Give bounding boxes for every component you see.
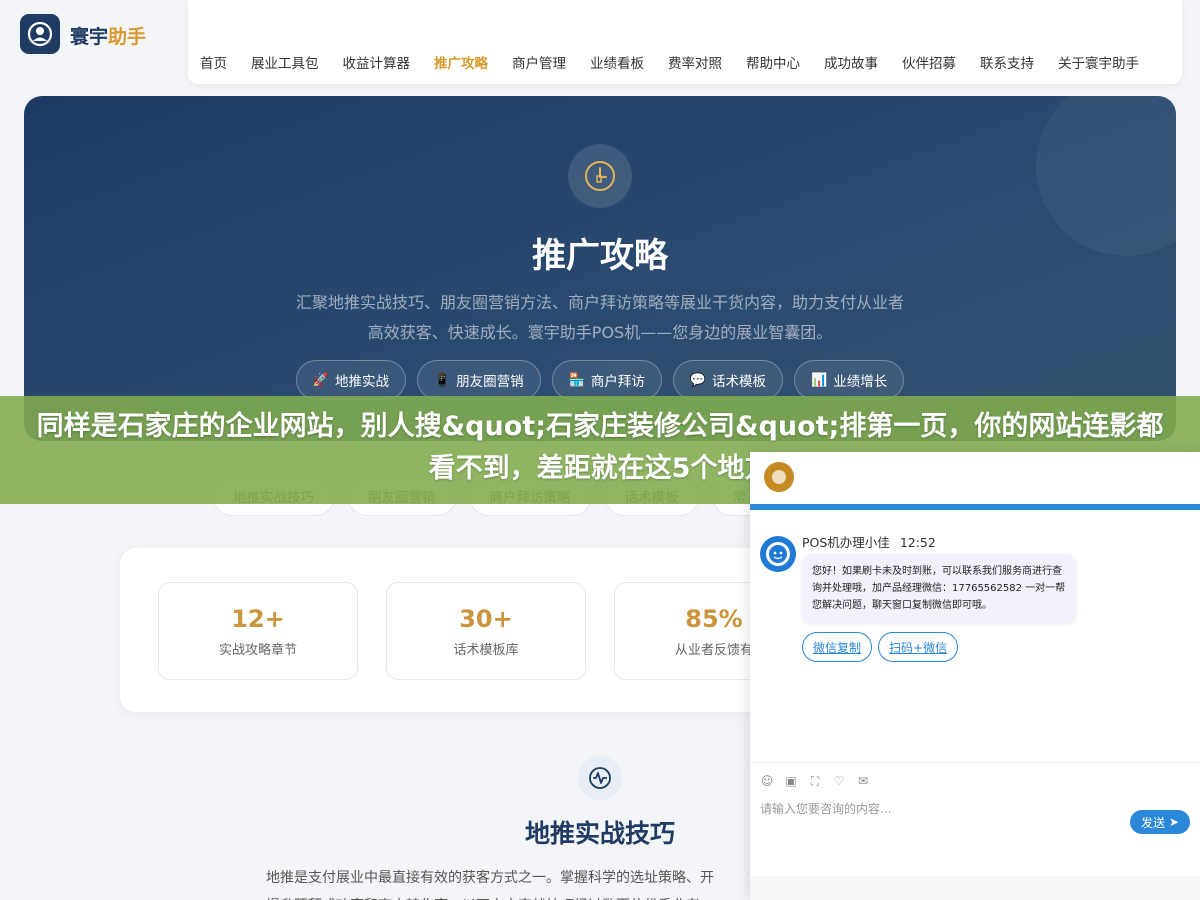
nav-item[interactable]: 关于寰宇助手 xyxy=(1058,52,1139,72)
nav-item[interactable]: 商户管理 xyxy=(512,52,566,72)
hero-tag[interactable]: 📊 业绩增长 xyxy=(794,360,905,400)
hero-tag[interactable]: 🏪 商户拜访 xyxy=(551,360,662,400)
chat-widget: 在线咨询 — ☐ POS机办理小佳 12:52 您好！如果刷卡未及时到账，可以联系… xyxy=(750,452,1200,900)
hero-section: 推广攻略 汇聚地推实战技巧、朋友圈营销方法、商户拜访策略等展业干货内容，助力支付… xyxy=(24,96,1176,441)
chat-icon[interactable]: ✉ xyxy=(856,774,870,788)
chat-accent-bar xyxy=(750,504,1200,510)
tag-label: 朋友圈营销 xyxy=(456,374,524,390)
main-nav: 首页 展业工具包 收益计算器 推广攻略 商户管理 业绩看板 费率对照 帮助中心 成功故事 伙伴招募… xyxy=(188,0,1182,84)
nav-item[interactable]: 成功故事 xyxy=(824,52,878,72)
tag-label: 业绩增长 xyxy=(833,374,888,390)
page-title: 推广攻略 xyxy=(532,236,668,276)
nav-item[interactable]: 推广攻略 xyxy=(434,52,488,72)
send-arrow-icon: ➤ xyxy=(1168,815,1180,829)
hero-description: 汇聚地推实战技巧、朋友圈营销方法、商户拜访策略等展业干货内容，助力支付从业者高效… xyxy=(295,293,904,342)
nav-item[interactable]: 联系支持 xyxy=(980,52,1034,72)
nav-item[interactable]: 收益计算器 xyxy=(343,52,411,72)
quick-actions: 微信复制 扫码+微信 xyxy=(802,632,959,662)
scan-wechat-button[interactable]: 扫码+微信 xyxy=(878,632,959,662)
send-button[interactable]: 发送 ➤ xyxy=(1130,810,1190,834)
send-label: 发送 xyxy=(1140,815,1165,830)
agent-avatar xyxy=(760,536,796,572)
tag-icon: 🚀 xyxy=(312,372,329,388)
chat-toolbar: ☺ ▣ ⛶ ♡ ✉ xyxy=(750,762,1200,798)
section-text: 地推是支付展业中最直接有效的获客方式之一。掌握科学的选址策略、开 提升陌拜成功率… xyxy=(266,864,786,900)
logo-main: 寰宇 xyxy=(70,26,109,48)
nav-item[interactable]: 首页 xyxy=(200,52,227,72)
nav-item[interactable]: 伙伴招募 xyxy=(902,52,956,72)
hero-icon-wrap xyxy=(568,144,632,208)
hero-tags: 🚀 地推实战 📱 朋友圈营销 🏪 商户拜访 💬 话术模板 📊 业绩增长 xyxy=(24,360,1176,400)
agent-name: POS机办理小佳 xyxy=(802,535,890,550)
nav-item[interactable]: 费率对照 xyxy=(668,52,722,72)
emoji-icon[interactable]: ☺ xyxy=(760,774,774,788)
tag-icon: 💬 xyxy=(689,372,707,388)
chat-footer xyxy=(750,876,1200,900)
stat-card: 12+ 实战攻略章节 xyxy=(158,582,358,680)
hero-tag[interactable]: 📱 朋友圈营销 xyxy=(416,360,541,400)
tag-icon: 🏪 xyxy=(568,372,585,388)
stat-number: 12+ xyxy=(231,605,285,633)
tag-label: 话术模板 xyxy=(712,374,767,390)
chat-header-name: 在线咨询 xyxy=(802,471,858,487)
message-bubble: 您好！如果刷卡未及时到账，可以联系我们服务商进行查询并处理哦，加产品经理微信：1… xyxy=(802,554,1076,623)
tag-label: 地推实战 xyxy=(334,374,389,390)
logo[interactable] xyxy=(20,14,60,54)
agent-meta: POS机办理小佳 12:52 xyxy=(802,532,936,551)
chat-header[interactable]: 在线咨询 — ☐ xyxy=(750,452,1200,504)
stat-label: 话术模板库 xyxy=(453,643,519,658)
image-icon[interactable]: ▣ xyxy=(784,774,798,788)
section-icon-wrap xyxy=(578,756,622,800)
maximize-icon[interactable]: ☐ xyxy=(1172,464,1188,480)
site-header: 寰宇助手 首页 展业工具包 收益计算器 推广攻略 商户管理 业绩看板 费率对照 帮助中心 成功故… xyxy=(0,0,1200,84)
tag-icon: 📊 xyxy=(811,372,828,388)
hero-tag[interactable]: 💬 话术模板 xyxy=(672,360,784,400)
chat-input[interactable]: 请输入您要咨询的内容... xyxy=(760,800,891,817)
section-text-line: 地推是支付展业中最直接有效的获客方式之一。掌握科学的选址策略、开 xyxy=(266,870,714,886)
agent-face-icon xyxy=(766,542,790,566)
hero-tag[interactable]: 🚀 地推实战 xyxy=(295,360,406,400)
stat-number: 30+ xyxy=(459,605,513,633)
pulse-icon xyxy=(589,767,611,789)
tag-label: 商户拜访 xyxy=(590,374,645,390)
nav-item[interactable]: 业绩看板 xyxy=(590,52,644,72)
clock-icon xyxy=(585,161,615,191)
tag-icon: 📱 xyxy=(433,372,451,388)
copy-wechat-button[interactable]: 微信复制 xyxy=(802,632,873,662)
section-text-line: 提升陌拜成功率和商户转化率。以下六大实战技巧经过数百位优秀业者 xyxy=(266,892,786,900)
chat-header-avatar xyxy=(764,462,794,492)
screenshot-icon[interactable]: ⛶ xyxy=(808,774,822,788)
logo-accent: 助手 xyxy=(108,26,147,48)
rate-icon[interactable]: ♡ xyxy=(832,774,846,788)
message-time: 12:52 xyxy=(899,535,936,550)
stat-card: 30+ 话术模板库 xyxy=(386,582,586,680)
minimize-icon[interactable]: — xyxy=(1146,464,1162,480)
nav-item[interactable]: 展业工具包 xyxy=(251,52,319,72)
user-avatar-icon xyxy=(27,21,53,47)
logo-text[interactable]: 寰宇助手 xyxy=(70,22,146,49)
nav-item[interactable]: 帮助中心 xyxy=(746,52,800,72)
stat-label: 实战攻略章节 xyxy=(218,643,297,658)
